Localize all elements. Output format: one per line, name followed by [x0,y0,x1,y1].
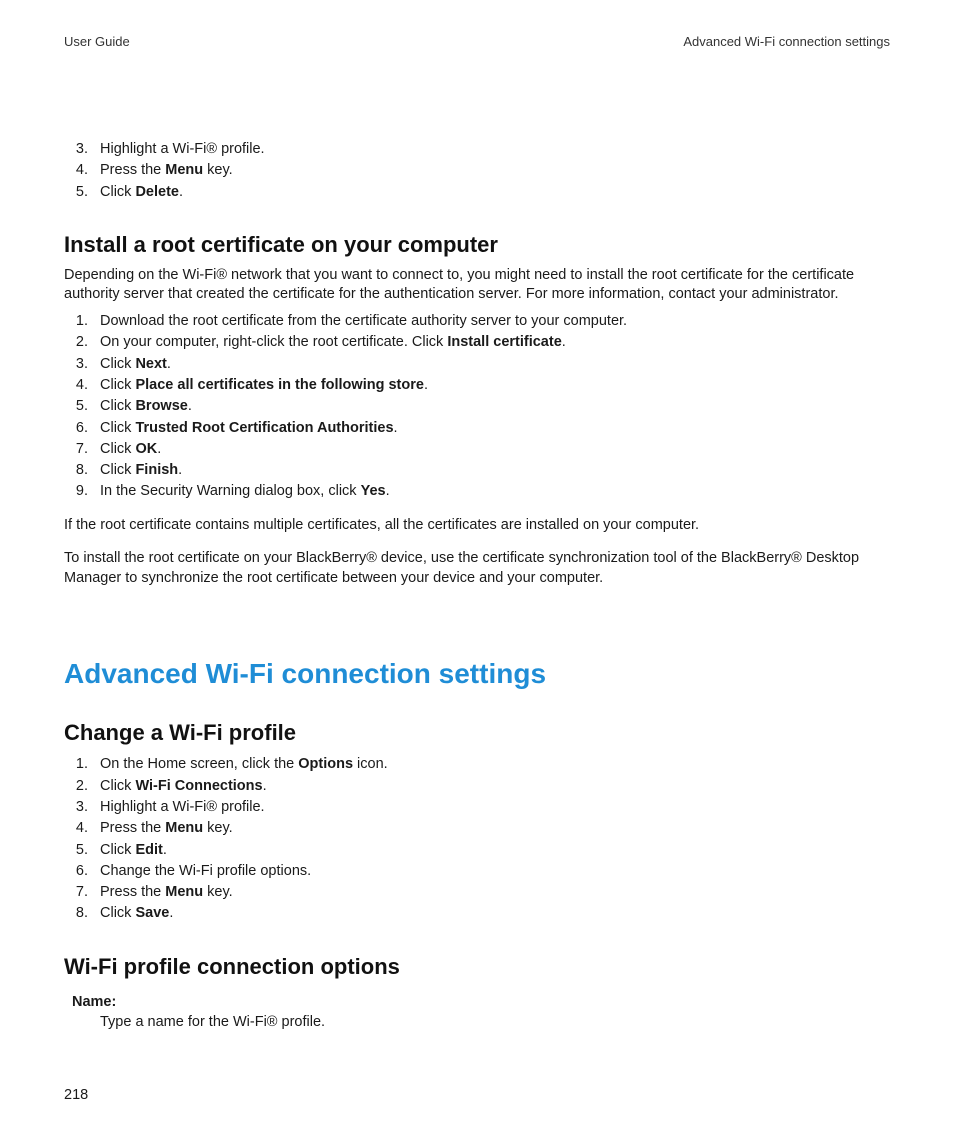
list-item: Highlight a Wi-Fi® profile. [92,797,890,817]
section-install-root-cert-title: Install a root certificate on your compu… [64,232,890,258]
list-item: Click Delete. [92,182,890,202]
list-item: On the Home screen, click the Options ic… [92,754,890,774]
list-item: Press the Menu key. [92,818,890,838]
list-item: Click Edit. [92,840,890,860]
list-item: Download the root certificate from the c… [92,311,890,331]
top-steps-list: Highlight a Wi-Fi® profile.Press the Men… [64,139,890,202]
list-item: Click Finish. [92,460,890,480]
section-wifi-profile-options-title: Wi-Fi profile connection options [64,954,890,980]
list-item: Press the Menu key. [92,882,890,902]
section-change-wifi-profile-title: Change a Wi-Fi profile [64,720,890,746]
page-header: User Guide Advanced Wi-Fi connection set… [64,34,890,49]
list-item: Click Save. [92,903,890,923]
install-root-cert-note1: If the root certificate contains multipl… [64,516,890,536]
list-item: Click Place all certificates in the foll… [92,375,890,395]
list-item: Click Browse. [92,396,890,416]
page-number: 218 [64,1087,88,1103]
definition-description: Type a name for the Wi-Fi® profile. [100,1014,890,1030]
list-item: Change the Wi-Fi profile options. [92,861,890,881]
main-section-title: Advanced Wi-Fi connection settings [64,658,890,690]
install-root-cert-note2: To install the root certificate on your … [64,549,890,588]
list-item: Click OK. [92,439,890,459]
list-item: Click Next. [92,354,890,374]
install-root-cert-steps: Download the root certificate from the c… [64,311,890,502]
change-wifi-profile-steps: On the Home screen, click the Options ic… [64,754,890,923]
list-item: Highlight a Wi-Fi® profile. [92,139,890,159]
section-install-root-cert-intro: Depending on the Wi-Fi® network that you… [64,266,890,305]
header-right: Advanced Wi-Fi connection settings [683,34,890,49]
page: User Guide Advanced Wi-Fi connection set… [0,0,954,1145]
definition-term: Name: [72,994,890,1010]
list-item: Click Trusted Root Certification Authori… [92,418,890,438]
list-item: Press the Menu key. [92,160,890,180]
header-left: User Guide [64,34,130,49]
list-item: Click Wi-Fi Connections. [92,776,890,796]
list-item: On your computer, right-click the root c… [92,332,890,352]
list-item: In the Security Warning dialog box, clic… [92,481,890,501]
